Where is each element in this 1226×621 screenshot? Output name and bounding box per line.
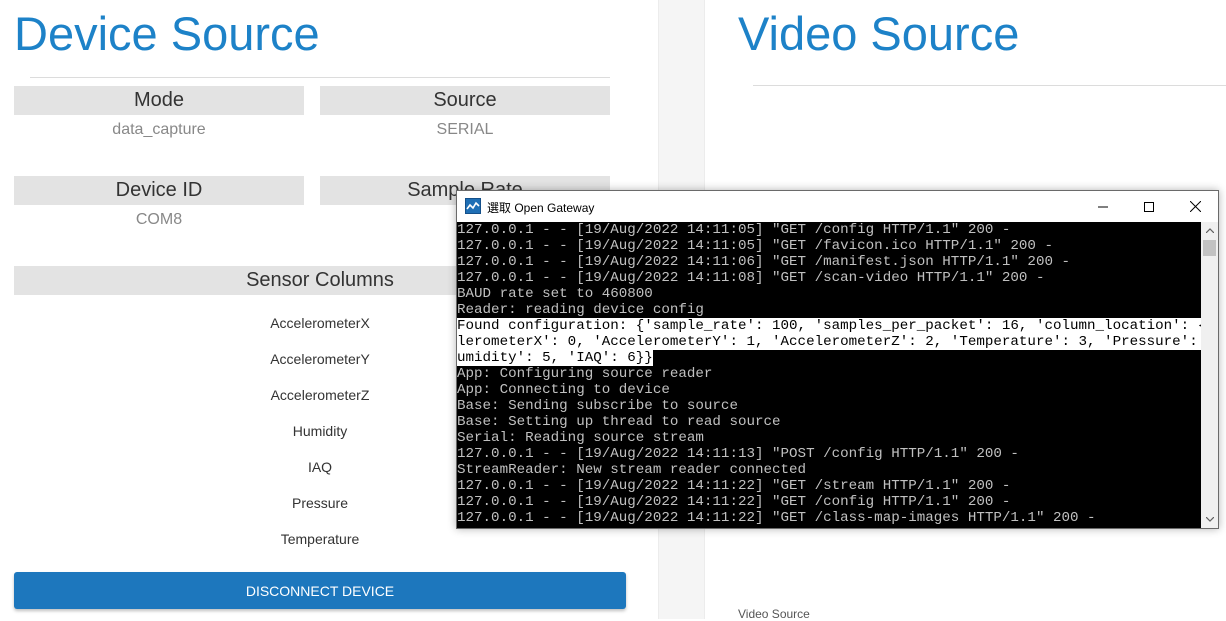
video-source-heading: Video Source [738, 7, 1020, 60]
console-line: 127.0.0.1 - - [19/Aug/2022 14:11:06] "GE… [457, 254, 1070, 270]
console-line: 127.0.0.1 - - [19/Aug/2022 14:11:22] "GE… [457, 510, 1096, 526]
minimize-button[interactable] [1080, 191, 1126, 222]
console-line: lerometerX': 0, 'AccelerometerY': 1, 'Ac… [457, 334, 1201, 350]
console-line: App: Configuring source reader [457, 366, 713, 382]
console-line: 127.0.0.1 - - [19/Aug/2022 14:11:05] "GE… [457, 222, 1011, 238]
console-line: 127.0.0.1 - - [19/Aug/2022 14:11:13] "PO… [457, 446, 1019, 462]
scroll-down-button[interactable] [1201, 511, 1218, 528]
scrollbar-thumb[interactable] [1203, 240, 1216, 256]
maximize-button[interactable] [1126, 191, 1172, 222]
console-line: StreamReader: New stream reader connecte… [457, 462, 807, 478]
console-output[interactable]: 127.0.0.1 - - [19/Aug/2022 14:11:05] "GE… [457, 222, 1201, 528]
mode-value: data_capture [112, 121, 206, 138]
console-window[interactable]: 選取 Open Gateway 127.0.0.1 - - [19/Aug/20… [456, 190, 1219, 529]
heading-divider [30, 77, 610, 78]
source-value: SERIAL [436, 121, 494, 138]
console-line: 127.0.0.1 - - [19/Aug/2022 14:11:08] "GE… [457, 270, 1045, 286]
console-line: Found configuration: {'sample_rate': 100… [457, 318, 1201, 334]
source-label: Source [320, 86, 610, 115]
mode-label: Mode [14, 86, 304, 115]
device-id-label: Device ID [14, 176, 304, 205]
app-icon [465, 198, 481, 214]
device-id-value: COM8 [135, 211, 183, 228]
console-line: 127.0.0.1 - - [19/Aug/2022 14:11:05] "GE… [457, 238, 1053, 254]
window-title: 選取 Open Gateway [487, 201, 595, 215]
close-icon [1189, 201, 1201, 212]
disconnect-device-button[interactable]: DISCONNECT DEVICE [14, 572, 626, 609]
device-source-heading: Device Source [14, 7, 320, 60]
scroll-up-button[interactable] [1201, 222, 1218, 239]
console-scrollbar[interactable] [1201, 222, 1218, 528]
minimize-icon [1098, 206, 1108, 207]
chevron-up-icon [1205, 228, 1214, 233]
console-line: 127.0.0.1 - - [19/Aug/2022 14:11:22] "GE… [457, 478, 1011, 494]
console-line: Base: Sending subscribe to source [457, 398, 738, 414]
sensor-item: Temperature [280, 531, 360, 547]
close-button[interactable] [1172, 191, 1218, 222]
console-line: 127.0.0.1 - - [19/Aug/2022 14:11:22] "GE… [457, 494, 1011, 510]
video-heading-divider [753, 85, 1226, 86]
console-line: BAUD rate set to 460800 [457, 286, 653, 302]
maximize-icon [1144, 201, 1154, 212]
console-line: Serial: Reading source stream [457, 430, 704, 446]
console-line: Reader: reading device config [457, 302, 704, 318]
window-titlebar[interactable]: 選取 Open Gateway [457, 191, 1218, 222]
console-line: Base: Setting up thread to read source [457, 414, 781, 430]
console-line: App: Connecting to device [457, 382, 670, 398]
console-line: umidity': 5, 'IAQ': 6}} [457, 350, 653, 366]
chevron-down-icon [1205, 517, 1214, 522]
